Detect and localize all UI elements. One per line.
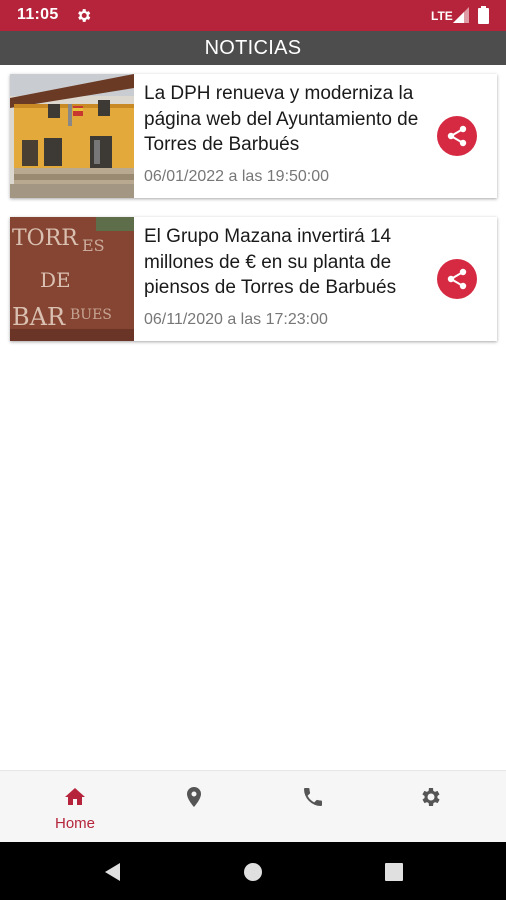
nav-label-home: Home (54, 815, 95, 832)
share-icon (447, 268, 467, 290)
news-card[interactable]: La DPH renueva y moderniza la página web… (10, 74, 497, 198)
nav-item-phone[interactable] (250, 771, 376, 843)
battery-icon (478, 6, 489, 24)
svg-text:BUES: BUES (70, 307, 112, 323)
nav-item-location[interactable] (131, 771, 257, 843)
svg-text:DE: DE (40, 268, 71, 292)
settings-icon (422, 788, 440, 806)
share-button[interactable] (437, 259, 477, 299)
svg-text:TORR: TORR (12, 226, 79, 251)
town-hall-photo (10, 74, 134, 198)
app-header: NOTICIAS (0, 31, 506, 65)
network-type: LTE (431, 9, 453, 23)
page-title: NOTICIAS (204, 37, 302, 59)
home-icon (65, 788, 85, 805)
svg-text:BAR: BAR (12, 303, 66, 331)
svg-text:ES: ES (82, 236, 105, 255)
news-card[interactable]: TORR ES DE BAR BUES El Grupo Mazana inve… (10, 217, 497, 341)
recents-icon[interactable] (383, 861, 405, 883)
news-date: 06/11/2020 a las 17:23:00 (144, 311, 328, 328)
nav-item-settings[interactable] (368, 771, 494, 843)
nav-item-home[interactable]: Home (12, 771, 138, 843)
system-nav-bar (0, 842, 506, 900)
news-title[interactable]: El Grupo Mazana invertirá 14 millones de… (144, 224, 432, 301)
gear-icon (78, 9, 91, 22)
news-date: 06/01/2022 a las 19:50:00 (144, 168, 330, 185)
home-button-icon[interactable] (242, 861, 264, 883)
back-icon[interactable] (101, 861, 123, 883)
status-time: 11:05 (17, 6, 59, 23)
news-title[interactable]: La DPH renueva y moderniza la página web… (144, 81, 432, 158)
share-icon (447, 125, 467, 147)
location-pin-icon (187, 787, 201, 807)
signal-icon (453, 7, 469, 23)
town-sign-photo: TORR ES DE BAR BUES (10, 217, 134, 341)
share-button[interactable] (437, 116, 477, 156)
status-bar: 11:05 LTE (0, 0, 506, 31)
bottom-nav: Home (0, 770, 506, 842)
phone-icon (304, 788, 322, 806)
